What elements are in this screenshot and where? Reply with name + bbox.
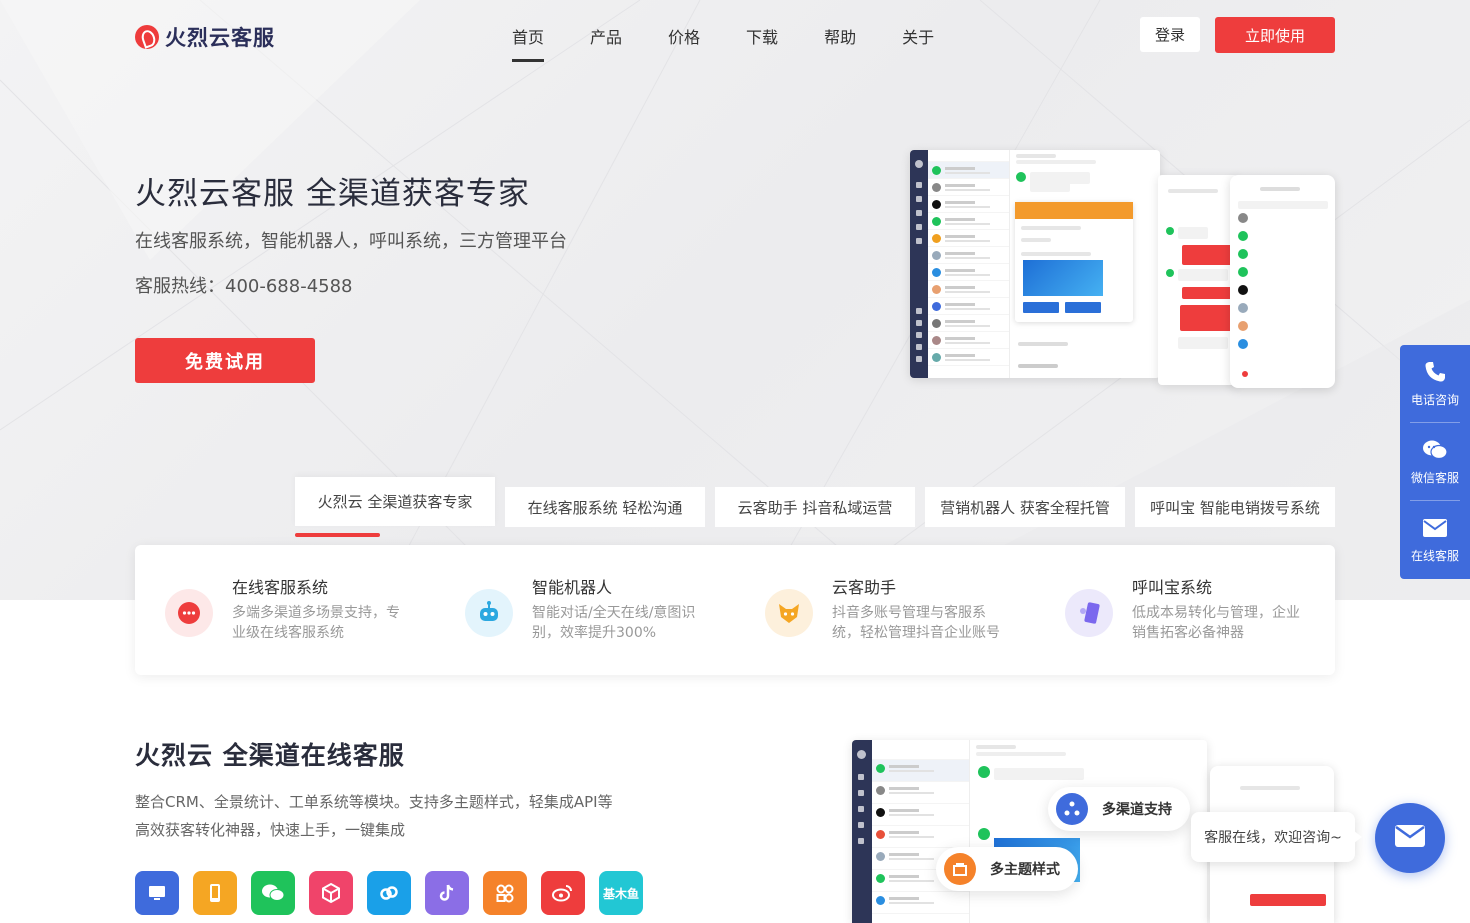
feature-desc: 抖音多账号管理与客服系统，轻松管理抖音企业账号 [832,605,1000,641]
fox-icon [765,589,813,637]
multi-theme-badge: 多主题样式 [936,847,1078,891]
nav-item-about[interactable]: 关于 [902,24,934,48]
robot-icon [465,589,513,637]
wechat-service-button[interactable]: 微信客服 [1400,423,1470,500]
section-desc-line: 整合CRM、全景统计、工单系统等模块。支持多主题样式，轻集成API等 [135,793,613,811]
phone-icon [1422,359,1448,385]
section-desc-line: 高效获客转化神器，快速上手，一键集成 [135,821,406,839]
weibo-icon[interactable] [541,871,585,915]
desktop-icon[interactable] [135,871,179,915]
feature-robot[interactable]: 智能机器人 智能对话/全天在线/意图识别，效率提升300% [435,573,725,653]
multichannel-label: 多渠道支持 [1102,802,1172,818]
multichannel-badge: 多渠道支持 [1048,787,1190,831]
feature-cloud-assistant[interactable]: 云客助手 抖音多账号管理与客服系统，轻松管理抖音企业账号 [735,573,1025,653]
login-button[interactable]: 登录 [1140,17,1200,52]
nav-item-products[interactable]: 产品 [590,24,622,48]
brand-logo[interactable]: 火烈云客服 [135,22,275,52]
feature-call-system[interactable]: 呼叫宝系统 低成本易转化与管理，企业销售拓客必备神器 [1035,573,1325,653]
chat-launcher-button[interactable] [1375,803,1445,873]
feature-title: 智能机器人 [532,578,613,597]
chat-bubble-icon [165,589,213,637]
nav-item-home[interactable]: 首页 [512,24,545,62]
hero-title: 火烈云客服 全渠道获客专家 [135,176,530,212]
share-icon [1056,793,1088,825]
free-trial-button[interactable]: 免费试用 [135,338,315,383]
wechat-service-label: 微信客服 [1410,471,1459,485]
features-card: 在线客服系统 多端多渠道多场景支持，专业级在线客服系统 智能机器人 智能对话/全… [135,545,1335,675]
feature-title: 呼叫宝系统 [1132,578,1213,597]
online-service-button[interactable]: 在线客服 [1400,501,1470,578]
mail-icon [1394,823,1426,853]
mock-promo-card [1015,202,1133,322]
active-tab-indicator [295,533,380,537]
feature-title: 在线客服系统 [232,578,329,597]
section-description: 整合CRM、全景统计、工单系统等模块。支持多主题样式，轻集成API等 高效获客转… [135,788,655,844]
mobile-icon[interactable] [193,871,237,915]
feature-desc: 多端多渠道多场景支持，专业级在线客服系统 [232,605,400,641]
cube-icon[interactable] [309,871,353,915]
multi-theme-label: 多主题样式 [990,862,1060,878]
nav-item-help[interactable]: 帮助 [824,24,856,48]
feature-online-service[interactable]: 在线客服系统 多端多渠道多场景支持，专业级在线客服系统 [135,573,425,653]
flame-logo-icon [135,25,159,49]
miniapp-icon[interactable] [483,871,527,915]
mock-conversation-list [928,150,1010,378]
mock-sidebar [910,150,928,378]
tab-all-channel[interactable]: 火烈云 全渠道获客专家 [295,477,495,526]
shop-icon [944,853,976,885]
tab-call-system[interactable]: 呼叫宝 智能电销拨号系统 [1135,487,1335,527]
start-now-button[interactable]: 立即使用 [1215,17,1335,53]
tab-cloud-assistant[interactable]: 云客助手 抖音私域运营 [715,487,915,527]
mock-phone-app [1230,175,1335,388]
tab-online-service[interactable]: 在线客服系统 轻松沟通 [505,487,705,527]
link-icon[interactable] [367,871,411,915]
mock-desktop-app [852,740,1207,923]
channel-icons: 基木鱼 [135,871,643,915]
main-nav: 首页 产品 价格 下载 帮助 关于 [512,24,980,62]
feature-title: 云客助手 [832,578,897,597]
tiktok-icon[interactable] [425,871,469,915]
section-title: 火烈云 全渠道在线客服 [135,741,405,770]
phone-consult-button[interactable]: 电话咨询 [1400,345,1470,422]
nav-item-download[interactable]: 下载 [746,24,778,48]
hero-subtitle: 在线客服系统，智能机器人，呼叫系统，三方管理平台 [135,231,567,252]
feature-desc: 智能对话/全天在线/意图识别，效率提升300% [532,605,696,641]
phone-call-icon [1065,589,1113,637]
jimuyu-icon[interactable]: 基木鱼 [599,871,643,915]
tab-marketing-robot[interactable]: 营销机器人 获客全程托管 [925,487,1125,527]
feature-desc: 低成本易转化与管理，企业销售拓客必备神器 [1132,605,1300,641]
mail-icon [1422,515,1448,541]
online-service-label: 在线客服 [1410,549,1459,563]
brand-name: 火烈云客服 [165,26,275,50]
mock-chat-window [1158,175,1238,385]
chat-welcome-tip[interactable]: 客服在线，欢迎咨询~ [1191,812,1362,862]
wechat-icon [1422,437,1448,463]
wechat-icon[interactable] [251,871,295,915]
phone-consult-label: 电话咨询 [1410,393,1459,407]
hero-hotline: 客服热线：400-688-4588 [135,276,353,297]
contact-sidebar: 电话咨询 微信客服 在线客服 [1400,345,1470,579]
nav-item-pricing[interactable]: 价格 [668,24,700,48]
